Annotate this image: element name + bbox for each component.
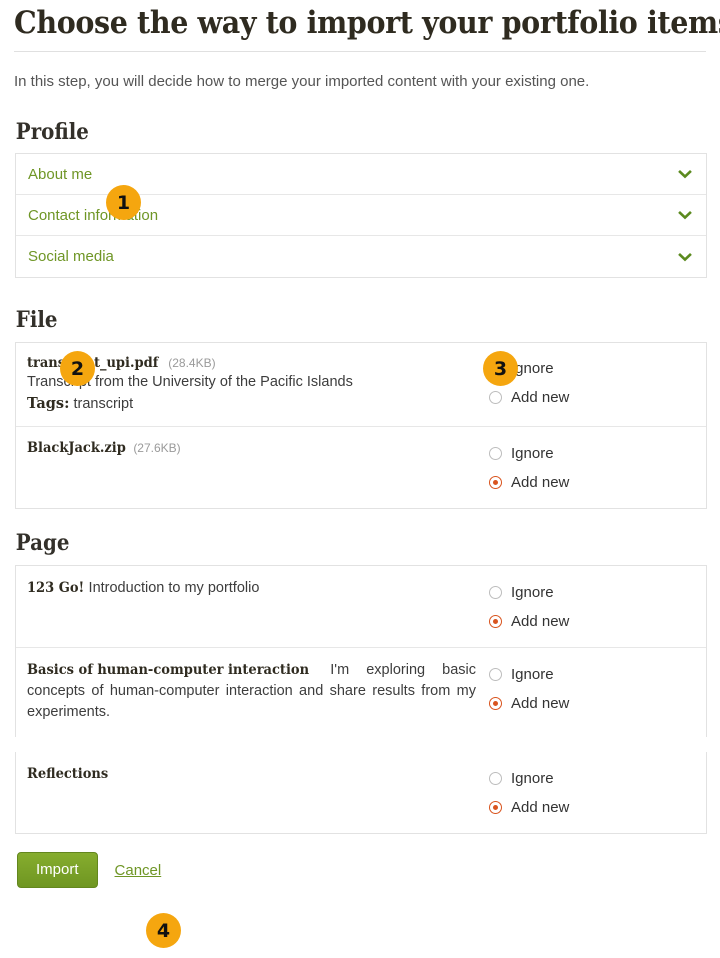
table-row: 123 Go! Introduction to my portfolio Igno…: [16, 566, 706, 648]
page-heading: Page: [15, 530, 70, 556]
file-description: Transcript from the University of the Pa…: [27, 374, 353, 390]
radio-add-new[interactable]: [489, 615, 502, 628]
option-ignore[interactable]: Ignore: [489, 578, 700, 607]
page-info-cell: Reflections: [16, 752, 486, 833]
radio-ignore[interactable]: [489, 586, 502, 599]
page-options-cell: Ignore Add new: [486, 648, 706, 737]
tags-value: transcript: [73, 396, 134, 412]
option-add-new[interactable]: Add new: [489, 689, 700, 718]
radio-add-new[interactable]: [489, 697, 502, 710]
table-row: Reflections Ignore Add new: [16, 752, 706, 833]
page-description: Introduction to my portfolio: [88, 580, 260, 596]
page-header: Choose the way to import your portfolio …: [12, 0, 720, 42]
page-name: Basics of human-computer interaction: [27, 662, 310, 678]
table-row: BlackJack.zip (27.6KB) Ignore Add new: [16, 427, 706, 508]
option-ignore[interactable]: Ignore: [489, 354, 700, 383]
page-info-cell: 123 Go! Introduction to my portfolio: [16, 566, 486, 647]
option-add-new[interactable]: Add new: [489, 793, 700, 822]
accordion-label: About me: [28, 165, 93, 183]
import-button[interactable]: Import: [17, 852, 98, 888]
callout-badge-3: 3: [483, 351, 518, 386]
page-options-cell: Ignore Add new: [486, 566, 706, 647]
table-row: transcript_upi.pdf(28.4KB) Transcript fr…: [16, 343, 706, 427]
profile-heading: Profile: [15, 119, 89, 145]
option-add-new[interactable]: Add new: [489, 607, 700, 636]
radio-ignore[interactable]: [489, 668, 502, 681]
page-name: Reflections: [27, 766, 109, 782]
chevron-down-icon[interactable]: [678, 250, 692, 264]
file-table: transcript_upi.pdf(28.4KB) Transcript fr…: [15, 342, 707, 509]
radio-add-new[interactable]: [489, 801, 502, 814]
file-heading: File: [15, 307, 58, 333]
accordion-label: Social media: [28, 248, 114, 265]
import-portfolio-page: Choose the way to import your portfolio …: [0, 0, 720, 958]
chevron-down-icon[interactable]: [678, 167, 692, 181]
option-ignore[interactable]: Ignore: [489, 439, 700, 468]
callout-badge-4: 4: [146, 913, 181, 948]
file-section: File: [12, 307, 708, 333]
page-title: Choose the way to import your portfolio …: [14, 5, 720, 41]
radio-label: Ignore: [511, 665, 554, 683]
title-divider: [14, 51, 706, 52]
intro-text: In this step, you will decide how to mer…: [14, 73, 590, 90]
page-table-bottom: Reflections Ignore Add new: [15, 752, 707, 834]
form-actions: Import Cancel: [15, 852, 708, 888]
callout-badge-1: 1: [106, 185, 141, 220]
sidebar-item-social-media[interactable]: Social media: [16, 236, 706, 277]
cancel-link[interactable]: Cancel: [115, 862, 162, 879]
profile-section: Profile: [12, 119, 708, 145]
page-options-cell: Ignore Add new: [486, 752, 706, 833]
page-info-cell: Basics of human-computer interaction I'm …: [16, 648, 486, 737]
option-ignore[interactable]: Ignore: [489, 764, 700, 793]
callout-badge-2: 2: [60, 351, 95, 386]
table-row: Basics of human-computer interaction I'm …: [16, 648, 706, 737]
option-add-new[interactable]: Add new: [489, 383, 700, 412]
radio-label: Add new: [511, 798, 570, 816]
radio-add-new[interactable]: [489, 391, 502, 404]
page-title-line: Reflections: [27, 764, 476, 785]
option-ignore[interactable]: Ignore: [489, 660, 700, 689]
file-size: (28.4KB): [168, 356, 216, 370]
page-title-line: 123 Go! Introduction to my portfolio: [27, 578, 476, 599]
file-name: BlackJack.zip: [27, 440, 126, 456]
radio-label: Add new: [511, 473, 570, 491]
file-info-cell: BlackJack.zip (27.6KB): [16, 427, 486, 508]
file-size: (27.6KB): [133, 441, 181, 455]
file-tags: Tags: transcript: [27, 393, 476, 415]
radio-label: Ignore: [511, 769, 554, 787]
page-section: Page: [12, 530, 708, 556]
radio-label: Add new: [511, 388, 570, 406]
chevron-down-icon[interactable]: [678, 208, 692, 222]
option-add-new[interactable]: Add new: [489, 468, 700, 497]
radio-label: Add new: [511, 612, 570, 630]
radio-ignore[interactable]: [489, 772, 502, 785]
radio-label: Ignore: [511, 583, 554, 601]
file-options-cell: Ignore Add new: [486, 427, 706, 508]
radio-ignore[interactable]: [489, 447, 502, 460]
radio-label: Add new: [511, 694, 570, 712]
page-table-top: 123 Go! Introduction to my portfolio Igno…: [15, 565, 707, 737]
file-options-cell: Ignore Add new: [486, 343, 706, 426]
page-title-line: Basics of human-computer interaction I'm …: [27, 660, 476, 723]
file-name-line: BlackJack.zip (27.6KB): [27, 439, 476, 457]
page-name: 123 Go!: [27, 580, 85, 596]
tags-label: Tags:: [27, 395, 70, 412]
radio-add-new[interactable]: [489, 476, 502, 489]
radio-label: Ignore: [511, 444, 554, 462]
